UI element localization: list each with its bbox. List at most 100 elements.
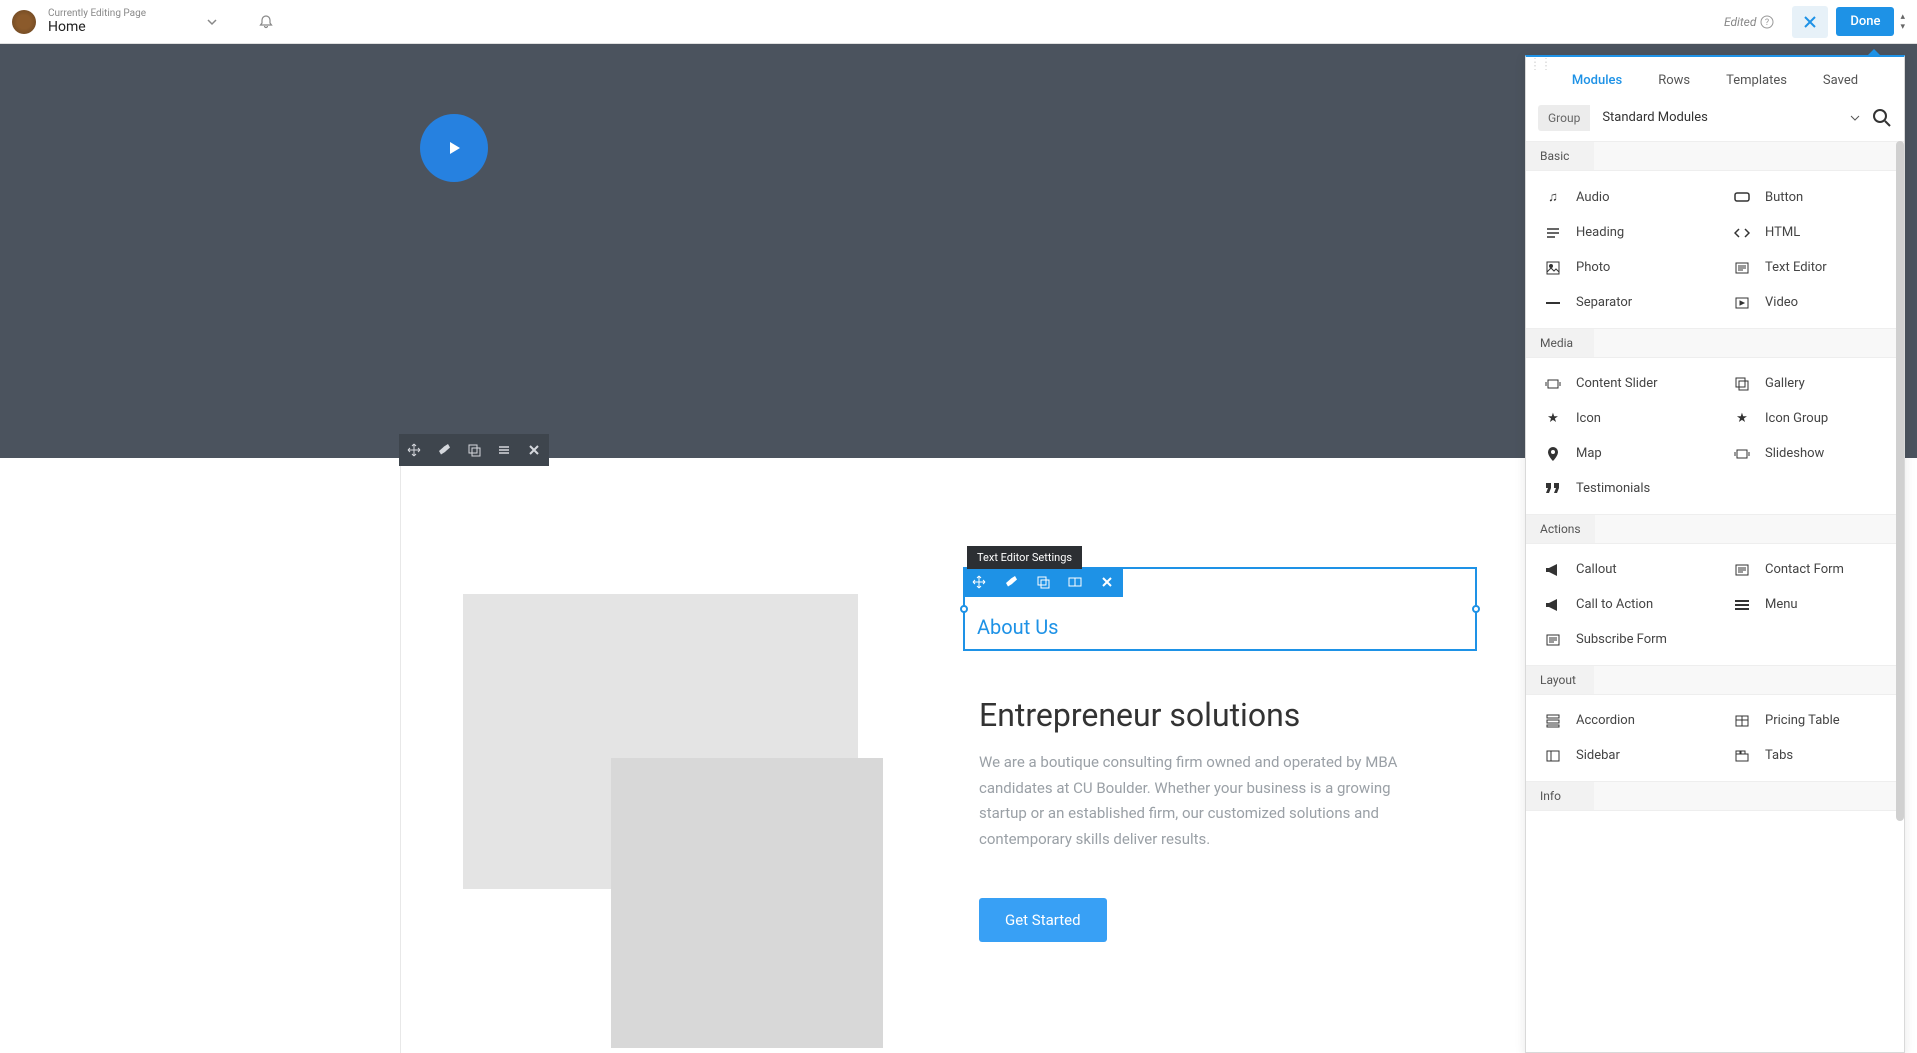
group-layout-header: Layout (1526, 666, 1594, 694)
html-icon (1733, 227, 1751, 239)
module-pricing-table[interactable]: Pricing Table (1715, 703, 1904, 738)
notifications-icon[interactable] (258, 14, 274, 30)
tabs-icon (1733, 750, 1751, 762)
separator-icon (1544, 301, 1562, 305)
right-column[interactable]: Text Editor Settings About Us Entreprene… (961, 458, 1497, 1053)
module-heading[interactable]: Heading (1526, 215, 1715, 250)
module-icon-group[interactable]: ★Icon Group (1715, 401, 1904, 436)
row-toolbar (399, 434, 549, 466)
content-panel: ⋮⋮⋮⋮ Modules Rows Templates Saved Group … (1525, 55, 1905, 1053)
module-delete-button[interactable] (1091, 567, 1123, 597)
module-menu[interactable]: Menu (1715, 587, 1904, 622)
video-icon (1733, 297, 1751, 309)
module-testimonials[interactable]: Testimonials (1526, 471, 1715, 506)
panel-body: Basic ♫Audio Button Heading HTML Photo T… (1526, 141, 1904, 1052)
text-editor-module-selected[interactable]: About Us (963, 567, 1477, 651)
sidebar-icon (1544, 750, 1562, 762)
chevron-down-icon (1850, 113, 1860, 123)
bullhorn-icon (1544, 599, 1562, 611)
button-icon (1733, 192, 1751, 202)
module-settings-button[interactable] (995, 567, 1027, 597)
module-content-slider[interactable]: Content Slider (1526, 366, 1715, 401)
play-button[interactable] (420, 114, 488, 182)
tab-modules[interactable]: Modules (1572, 73, 1622, 88)
module-toolbar (963, 567, 1123, 597)
module-accordion[interactable]: Accordion (1526, 703, 1715, 738)
group-basic-header: Basic (1526, 142, 1594, 170)
row-settings-button[interactable] (429, 434, 459, 466)
text-editor-icon (1733, 262, 1751, 274)
filter-selected-value: Standard Modules (1602, 110, 1708, 125)
heading-icon (1544, 227, 1562, 239)
quote-icon (1544, 483, 1562, 495)
module-audio[interactable]: ♫Audio (1526, 179, 1715, 215)
about-heading[interactable]: About Us (977, 615, 1463, 639)
module-gallery[interactable]: Gallery (1715, 366, 1904, 401)
resize-handle-right[interactable] (1472, 605, 1480, 613)
filter-group-label: Group (1538, 105, 1590, 131)
gallery-icon (1733, 377, 1751, 391)
row-delete-button[interactable] (519, 434, 549, 466)
module-separator[interactable]: Separator (1526, 285, 1715, 320)
module-column-button[interactable] (1059, 567, 1091, 597)
left-column[interactable] (401, 458, 961, 1053)
form-icon (1733, 564, 1751, 576)
slideshow-icon (1733, 449, 1751, 459)
panel-tabs: Modules Rows Templates Saved (1526, 57, 1904, 104)
group-info-header: Info (1526, 782, 1594, 810)
table-icon (1733, 715, 1751, 727)
module-map[interactable]: Map (1526, 436, 1715, 471)
tab-templates[interactable]: Templates (1726, 73, 1787, 88)
module-duplicate-button[interactable] (1027, 567, 1059, 597)
accordion-icon (1544, 714, 1562, 728)
done-button[interactable]: Done (1836, 7, 1894, 36)
row-columns-button[interactable] (489, 434, 519, 466)
module-text-editor[interactable]: Text Editor (1715, 250, 1904, 285)
content-row[interactable]: Text Editor Settings About Us Entreprene… (400, 458, 1497, 1053)
edited-status: Edited (1724, 15, 1756, 29)
module-cta[interactable]: Call to Action (1526, 587, 1715, 622)
row-duplicate-button[interactable] (459, 434, 489, 466)
filter-group-select[interactable]: Standard Modules (1598, 104, 1864, 131)
main-heading[interactable]: Entrepreneur solutions (979, 696, 1300, 734)
form-icon (1544, 634, 1562, 646)
module-video[interactable]: Video (1715, 285, 1904, 320)
page-dropdown-toggle[interactable] (206, 16, 218, 28)
panel-pointer (1866, 49, 1882, 57)
map-pin-icon (1544, 447, 1562, 461)
search-button[interactable] (1872, 108, 1892, 128)
module-photo[interactable]: Photo (1526, 250, 1715, 285)
svg-text:?: ? (1765, 18, 1769, 28)
star-icon: ★ (1733, 411, 1751, 426)
tab-rows[interactable]: Rows (1658, 73, 1690, 88)
group-actions-header: Actions (1526, 515, 1595, 543)
row-move-handle[interactable] (399, 434, 429, 466)
module-sidebar[interactable]: Sidebar (1526, 738, 1715, 773)
app-logo (12, 10, 36, 34)
done-dropdown-toggle[interactable]: ▴▾ (1900, 12, 1905, 32)
menu-icon (1733, 599, 1751, 611)
content-slider-icon (1544, 379, 1562, 389)
module-button[interactable]: Button (1715, 179, 1904, 215)
group-media-header: Media (1526, 329, 1594, 357)
module-callout[interactable]: Callout (1526, 552, 1715, 587)
panel-drag-handle[interactable]: ⋮⋮⋮⋮ (1530, 61, 1552, 69)
resize-handle-left[interactable] (960, 605, 968, 613)
close-panel-button[interactable] (1792, 6, 1828, 38)
help-icon[interactable]: ? (1760, 15, 1774, 29)
module-tabs[interactable]: Tabs (1715, 738, 1904, 773)
module-html[interactable]: HTML (1715, 215, 1904, 250)
body-text[interactable]: We are a boutique consulting firm owned … (979, 750, 1427, 852)
module-slideshow[interactable]: Slideshow (1715, 436, 1904, 471)
module-contact-form[interactable]: Contact Form (1715, 552, 1904, 587)
module-tooltip: Text Editor Settings (967, 546, 1082, 569)
module-icon[interactable]: ★Icon (1526, 401, 1715, 436)
photo-placeholder-2[interactable] (611, 758, 883, 1048)
module-subscribe[interactable]: Subscribe Form (1526, 622, 1715, 657)
panel-scrollbar[interactable] (1896, 141, 1904, 821)
module-move-handle[interactable] (963, 567, 995, 597)
top-bar: Currently Editing Page Home Edited ? Don… (0, 0, 1917, 44)
tab-saved[interactable]: Saved (1823, 73, 1858, 88)
page-name: Home (48, 19, 146, 35)
cta-button[interactable]: Get Started (979, 898, 1107, 942)
